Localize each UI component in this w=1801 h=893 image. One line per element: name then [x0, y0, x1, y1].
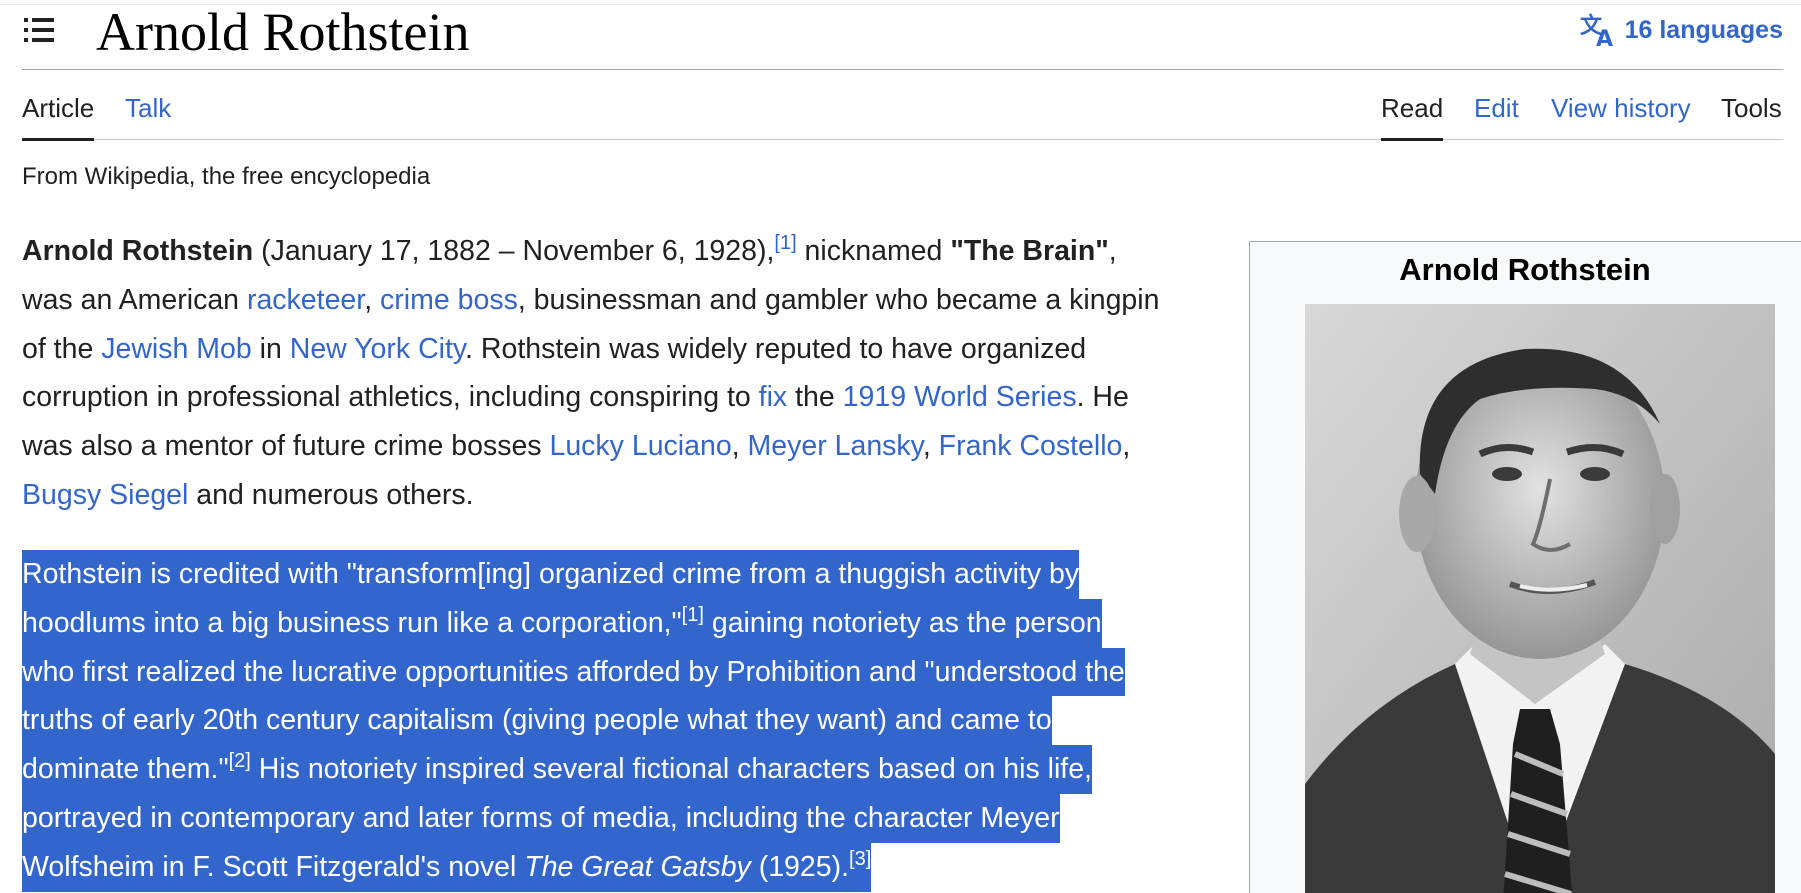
text-run: , — [1122, 430, 1131, 463]
paragraph-line: hoodlums into a big business run like a … — [22, 598, 1242, 648]
selected-text: Wolfsheim in F. Scott Fitzgerald's novel… — [22, 842, 872, 892]
paragraph-line: of the Jewish Mob in New York City. Roth… — [22, 325, 1242, 374]
text-run: was an American — [22, 283, 247, 316]
tools-menu[interactable]: Tools — [1721, 92, 1782, 138]
tab-edit[interactable]: Edit — [1474, 92, 1519, 138]
translate-icon: 文 A — [1580, 13, 1613, 49]
text-run: gaining notoriety as the person — [703, 606, 1102, 639]
text-run: (January 17, 1882 – November 6, 1928), — [253, 235, 775, 267]
reference-2[interactable]: [2] — [229, 750, 251, 772]
paragraph-line: dominate them."[2] His notoriety inspire… — [22, 745, 1242, 794]
selected-text: hoodlums into a big business run like a … — [22, 598, 1102, 648]
nickname: "The Brain" — [950, 235, 1109, 267]
text-run: of the — [22, 332, 102, 365]
link-bugsy-siegel[interactable]: Bugsy Siegel — [22, 479, 188, 511]
book-title: The Great Gatsby — [524, 850, 751, 883]
text-run: , — [922, 430, 939, 463]
selected-text: Rothstein is credited with "transform[in… — [22, 550, 1080, 599]
svg-text:A: A — [1596, 27, 1613, 49]
selected-paragraph: Rothstein is credited with "transform[in… — [22, 550, 1242, 892]
link-jewish-mob[interactable]: Jewish Mob — [101, 333, 251, 365]
paragraph-line: corruption in professional athletics, in… — [22, 373, 1242, 422]
text-run: . Rothstein was widely reputed to have o… — [465, 332, 1087, 365]
text-run: Wolfsheim in F. Scott Fitzgerald's novel — [22, 850, 525, 883]
link-fix[interactable]: fix — [759, 381, 788, 413]
page-title: Arnold Rothstein — [96, 2, 470, 62]
selected-text: portrayed in contemporary and later form… — [22, 793, 1060, 843]
paragraph-line: Arnold Rothstein (January 17, 1882 – Nov… — [22, 227, 1242, 276]
text-run: , — [731, 430, 748, 463]
text-run: nicknamed — [796, 235, 951, 267]
selected-text: truths of early 20th century capitalism … — [22, 696, 1052, 746]
text-run: hoodlums into a big business run like a … — [22, 606, 682, 639]
infobox-title: Arnold Rothstein — [1399, 252, 1651, 287]
text-run: corruption in professional athletics, in… — [22, 381, 759, 414]
portrait-photo-icon — [1305, 304, 1775, 893]
subject-name: Arnold Rothstein — [22, 235, 254, 267]
intro-paragraph: Arnold Rothstein (January 17, 1882 – Nov… — [22, 227, 1242, 520]
text-run: His notoriety inspired several fictional… — [250, 753, 1092, 786]
link-lucky-luciano[interactable]: Lucky Luciano — [549, 430, 731, 462]
text-run: and numerous others. — [188, 478, 474, 511]
languages-button[interactable]: 文 A 16 languages — [1579, 10, 1783, 50]
page-tabs: Article Talk Read Edit View history Tool… — [22, 70, 1783, 141]
link-crime-boss[interactable]: crime boss — [380, 284, 518, 316]
link-racketeer[interactable]: racketeer — [247, 284, 364, 316]
tab-talk[interactable]: Talk — [125, 92, 171, 138]
link-meyer-lansky[interactable]: Meyer Lansky — [748, 430, 923, 462]
link-frank-costello[interactable]: Frank Costello — [939, 430, 1123, 462]
text-run: the — [787, 381, 843, 414]
reference-1: [1] — [774, 232, 796, 254]
text-run: , — [1108, 235, 1117, 267]
paragraph-line: who first realized the lucrative opportu… — [22, 647, 1242, 697]
text-run: , businessman and gambler who became a k… — [517, 283, 1160, 316]
text-run: in — [251, 332, 290, 365]
text-run: was also a mentor of future crime bosses — [22, 430, 550, 463]
text-run: (1925). — [750, 850, 850, 883]
selected-text: dominate them."[2] His notoriety inspire… — [22, 745, 1092, 794]
site-tagline: From Wikipedia, the free encyclopedia — [22, 163, 431, 190]
reference-1[interactable]: [1] — [682, 604, 704, 626]
infobox: Arnold Rothstein — [1249, 241, 1801, 893]
tab-article[interactable]: Article — [22, 92, 95, 141]
portrait-photo[interactable] — [1305, 304, 1775, 893]
paragraph-line: Bugsy Siegel and numerous others. — [22, 471, 1242, 520]
reference-link[interactable]: [1] — [774, 232, 796, 254]
selected-text: who first realized the lucrative opportu… — [22, 647, 1125, 697]
paragraph-line: Rothstein is credited with "transform[in… — [22, 550, 1242, 599]
table-of-contents-icon[interactable] — [22, 12, 58, 48]
paragraph-line: Wolfsheim in F. Scott Fitzgerald's novel… — [22, 842, 1242, 892]
page-header: Arnold Rothstein 文 A 16 languages — [22, 0, 1783, 70]
paragraph-line: portrayed in contemporary and later form… — [22, 793, 1242, 843]
paragraph-line: was an American racketeer, crime boss, b… — [22, 276, 1242, 325]
paragraph-line: was also a mentor of future crime bosses… — [22, 422, 1242, 471]
text-run: dominate them." — [22, 753, 229, 786]
languages-label: 16 languages — [1624, 15, 1783, 44]
tab-read[interactable]: Read — [1381, 92, 1444, 141]
link-new-york-city[interactable]: New York City — [290, 333, 465, 365]
link-1919-world-series[interactable]: 1919 World Series — [843, 381, 1077, 413]
text-run: , — [364, 283, 381, 316]
reference-3[interactable]: [3] — [849, 848, 871, 870]
text-run: . He — [1076, 381, 1129, 414]
tab-view-history[interactable]: View history — [1551, 92, 1691, 138]
paragraph-line: truths of early 20th century capitalism … — [22, 696, 1242, 746]
